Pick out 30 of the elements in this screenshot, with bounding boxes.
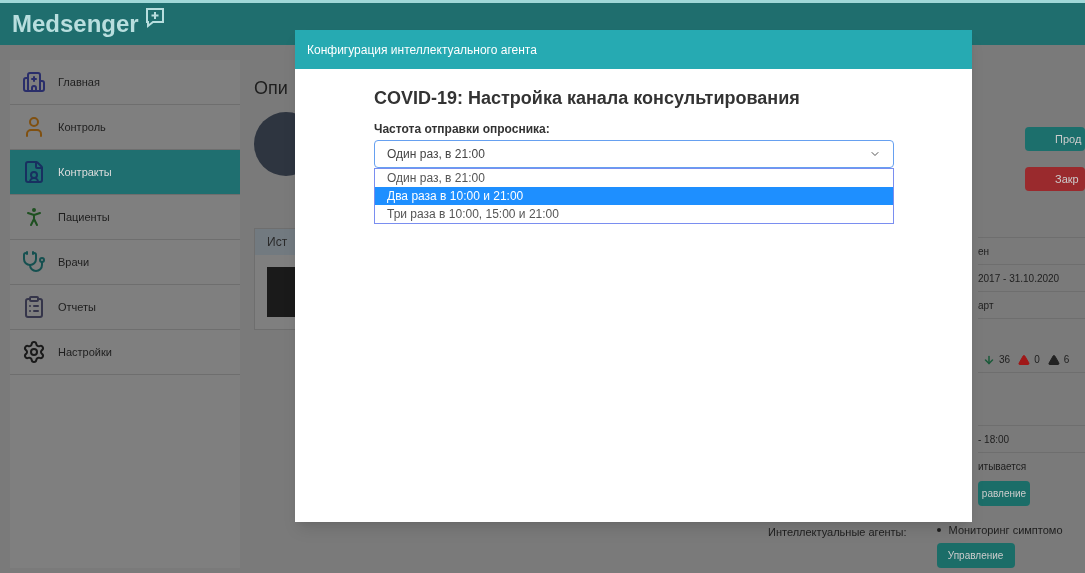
info-value: итывается <box>978 452 1085 479</box>
document-person-icon <box>22 160 46 184</box>
sidebar-item[interactable]: Контракты <box>10 150 240 195</box>
info-value: ен <box>978 237 1085 264</box>
page-heading: Опи <box>254 77 288 100</box>
agents-label: Интеллектуальные агенты: <box>768 525 907 540</box>
logo-text[interactable]: Medsenger <box>12 6 139 42</box>
action-button[interactable]: Закр <box>1025 167 1085 191</box>
dropdown-option[interactable]: Один раз, в 21:00 <box>375 169 893 187</box>
hospital-icon <box>22 70 46 94</box>
dropdown-option[interactable]: Три раза в 10:00, 15:00 и 21:00 <box>375 205 893 223</box>
agent-list-item: Мониторинг симптомо <box>948 523 1063 538</box>
modal-title: Конфигурация интеллектуального агента <box>307 41 537 59</box>
gear-icon <box>22 340 46 364</box>
counter-value: 6 <box>1063 353 1070 367</box>
frequency-select[interactable]: Один раз, в 21:00 <box>374 140 894 168</box>
list-icon <box>22 295 46 319</box>
field-label: Частота отправки опросника: <box>374 121 550 138</box>
modal-heading: COVID-19: Настройка канала консультирования <box>374 87 800 110</box>
manage-button[interactable]: Управление <box>936 542 1015 568</box>
info-value: арт <box>978 291 1085 318</box>
stethoscope-icon <box>22 250 46 274</box>
action-button[interactable]: Прод <box>1025 127 1085 151</box>
counter-value: 36 <box>999 353 1011 367</box>
info-value: - 18:00 <box>978 425 1085 452</box>
dropdown-option[interactable]: Два раза в 10:00 и 21:00 <box>375 187 893 205</box>
counter-value: 0 <box>1034 353 1040 367</box>
info-value: 2017 - 31.10.2020 <box>978 264 1085 291</box>
bullet-icon <box>936 528 941 533</box>
manage-button[interactable]: равление <box>978 481 1030 506</box>
